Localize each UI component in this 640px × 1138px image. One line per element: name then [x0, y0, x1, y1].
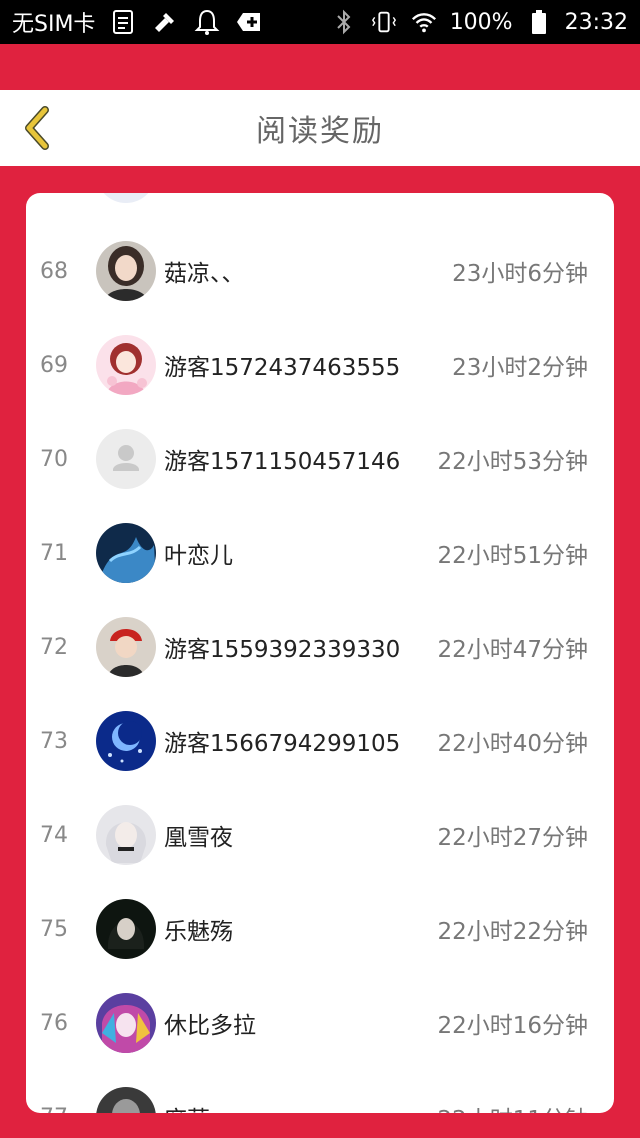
reading-time: 22小时47分钟 [437, 637, 588, 663]
leaderboard-row[interactable]: 75 乐魅殇 22小时22分钟 [26, 882, 614, 976]
vibrate-icon [370, 8, 398, 36]
leaderboard-row[interactable]: 68 菇凉、、 23小时6分钟 [26, 224, 614, 318]
leaderboard-row[interactable]: 73 游客1566794299105 22小时40分钟 [26, 694, 614, 788]
rank-number: 70 [40, 446, 68, 472]
user-name: 麻菓 [164, 1100, 210, 1113]
user-name: 游客1571150457146 [164, 449, 401, 475]
avatar[interactable] [96, 711, 156, 771]
chevron-left-icon [25, 106, 49, 150]
leaderboard-row[interactable]: 76 休比多拉 22小时16分钟 [26, 976, 614, 1070]
avatar-partial [96, 193, 156, 203]
user-name: 菇凉、、 [164, 261, 245, 287]
rank-number: 75 [40, 916, 68, 942]
back-button[interactable] [14, 104, 62, 152]
avatar[interactable] [96, 241, 156, 301]
reading-time: 23小时6分钟 [452, 261, 588, 287]
avatar[interactable] [96, 1087, 156, 1113]
rank-number: 76 [40, 1010, 68, 1036]
battery-icon [525, 8, 553, 36]
avatar[interactable] [96, 335, 156, 395]
rank-number: 71 [40, 540, 68, 566]
leaderboard-row[interactable]: 69 游客1572437463555 23小时2分钟 [26, 318, 614, 412]
avatar[interactable] [96, 617, 156, 677]
battery-percent: 100% [449, 9, 513, 35]
rank-number: 69 [40, 352, 68, 378]
rank-number: 72 [40, 634, 68, 660]
leaderboard-row[interactable]: 77 麻菓 22小时11分钟 [26, 1070, 614, 1113]
leaderboard-row[interactable]: 72 游客1559392339330 22小时47分钟 [26, 600, 614, 694]
bluetooth-icon [330, 8, 358, 36]
rank-number: 74 [40, 822, 68, 848]
wifi-icon [410, 8, 438, 36]
reading-time: 22小时11分钟 [437, 1100, 614, 1113]
page-title: 阅读奖励 [256, 114, 384, 149]
avatar[interactable] [96, 993, 156, 1053]
clock-text: 23:32 [564, 9, 628, 35]
rank-number: 77 [26, 1105, 96, 1114]
reading-time: 22小时16分钟 [437, 1013, 588, 1039]
carrier-text: 无SIM卡 [12, 12, 96, 37]
avatar[interactable] [96, 899, 156, 959]
avatar[interactable] [96, 429, 156, 489]
reading-time: 23小时2分钟 [452, 355, 588, 381]
user-name: 游客1559392339330 [164, 637, 401, 663]
user-name: 乐魅殇 [164, 919, 233, 945]
leaderboard-row[interactable]: 74 凰雪夜 22小时27分钟 [26, 788, 614, 882]
document-icon [109, 8, 137, 36]
user-name: 游客1572437463555 [164, 355, 401, 381]
reading-time: 22小时53分钟 [437, 449, 588, 475]
rank-number: 73 [40, 728, 68, 754]
reading-time: 22小时51分钟 [437, 543, 588, 569]
user-name: 叶恋儿 [164, 543, 233, 569]
header-accent-band [0, 44, 640, 90]
avatar[interactable] [96, 523, 156, 583]
reading-time: 22小时40分钟 [437, 731, 588, 757]
rank-number: 68 [40, 258, 68, 284]
bell-icon [193, 8, 221, 36]
avatar[interactable] [96, 805, 156, 865]
reading-time: 22小时27分钟 [437, 825, 588, 851]
app-icon [235, 8, 263, 36]
leaderboard-card: 68 菇凉、、 23小时6分钟 69 游客1572437463555 23小时2分钟 70 游… [26, 193, 614, 1113]
nav-bar: 阅读奖励 [0, 90, 640, 166]
reading-time: 22小时22分钟 [437, 919, 588, 945]
wrench-icon [151, 8, 179, 36]
leaderboard-row[interactable]: 71 叶恋儿 22小时51分钟 [26, 506, 614, 600]
user-name: 游客1566794299105 [164, 731, 401, 757]
status-bar: 无SIM卡 100% 23:32 [0, 0, 640, 44]
user-name: 凰雪夜 [164, 825, 233, 851]
leaderboard-row[interactable]: 70 游客1571150457146 22小时53分钟 [26, 412, 614, 506]
user-name: 休比多拉 [164, 1013, 256, 1039]
